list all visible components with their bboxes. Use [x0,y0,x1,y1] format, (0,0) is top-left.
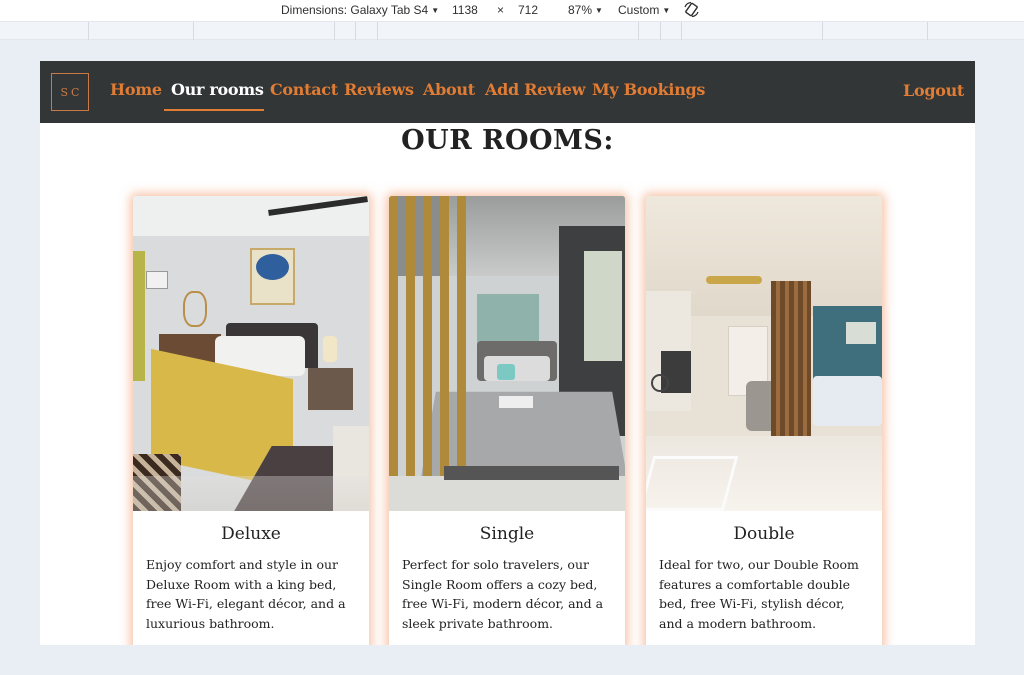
logout-link[interactable]: Logout [903,81,964,100]
width-input[interactable]: 1138 [452,3,478,17]
zoom-select[interactable]: 87% ▼ [568,3,603,17]
media-query-ruler [0,22,1024,40]
nav-home[interactable]: Home [110,80,162,99]
room-name: Deluxe [221,524,281,544]
room-card-double[interactable]: Double Ideal for two, our Double Room fe… [646,196,882,645]
page-viewport: SC Home Our rooms Contact Reviews About … [40,61,975,645]
room-image-deluxe [133,196,369,511]
room-card-deluxe[interactable]: Deluxe Enjoy comfort and style in our De… [133,196,369,645]
nav-contact[interactable]: Contact [270,80,338,99]
chevron-down-icon: ▼ [431,6,440,15]
page-title: OUR ROOMS: [401,125,614,156]
chevron-down-icon: ▼ [595,6,603,15]
navbar: SC Home Our rooms Contact Reviews About … [40,61,975,123]
room-description: Ideal for two, our Double Room features … [659,557,859,631]
nav-my-bookings[interactable]: My Bookings [592,80,705,99]
zoom-label: 87% [568,3,593,17]
room-image-double [646,196,882,511]
nav-about[interactable]: About [423,80,475,99]
throttle-label: Custom [618,3,660,17]
times-sign: × [497,3,505,17]
room-card-single[interactable]: Single Perfect for solo travelers, our S… [389,196,625,645]
height-input[interactable]: 712 [518,3,538,17]
nav-reviews[interactable]: Reviews [344,80,414,99]
room-image-single [389,196,625,511]
throttle-select[interactable]: Custom ▼ [618,3,670,17]
dimensions-label: Dimensions: Galaxy Tab S4 [281,3,429,17]
active-nav-underline [164,109,264,111]
device-toolbar: Dimensions: Galaxy Tab S4 ▼ 1138 × 712 87… [0,0,1024,22]
room-name: Single [479,524,535,544]
room-description: Perfect for solo travelers, our Single R… [402,557,604,631]
logo[interactable]: SC [51,73,89,111]
chevron-down-icon: ▼ [662,6,671,15]
nav-add-review[interactable]: Add Review [485,80,585,99]
room-name: Double [733,524,795,544]
dimensions-select[interactable]: Dimensions: Galaxy Tab S4 ▼ [281,3,439,17]
rotate-icon[interactable] [683,1,700,21]
room-description: Enjoy comfort and style in our Deluxe Ro… [146,557,346,631]
nav-our-rooms[interactable]: Our rooms [171,80,264,99]
